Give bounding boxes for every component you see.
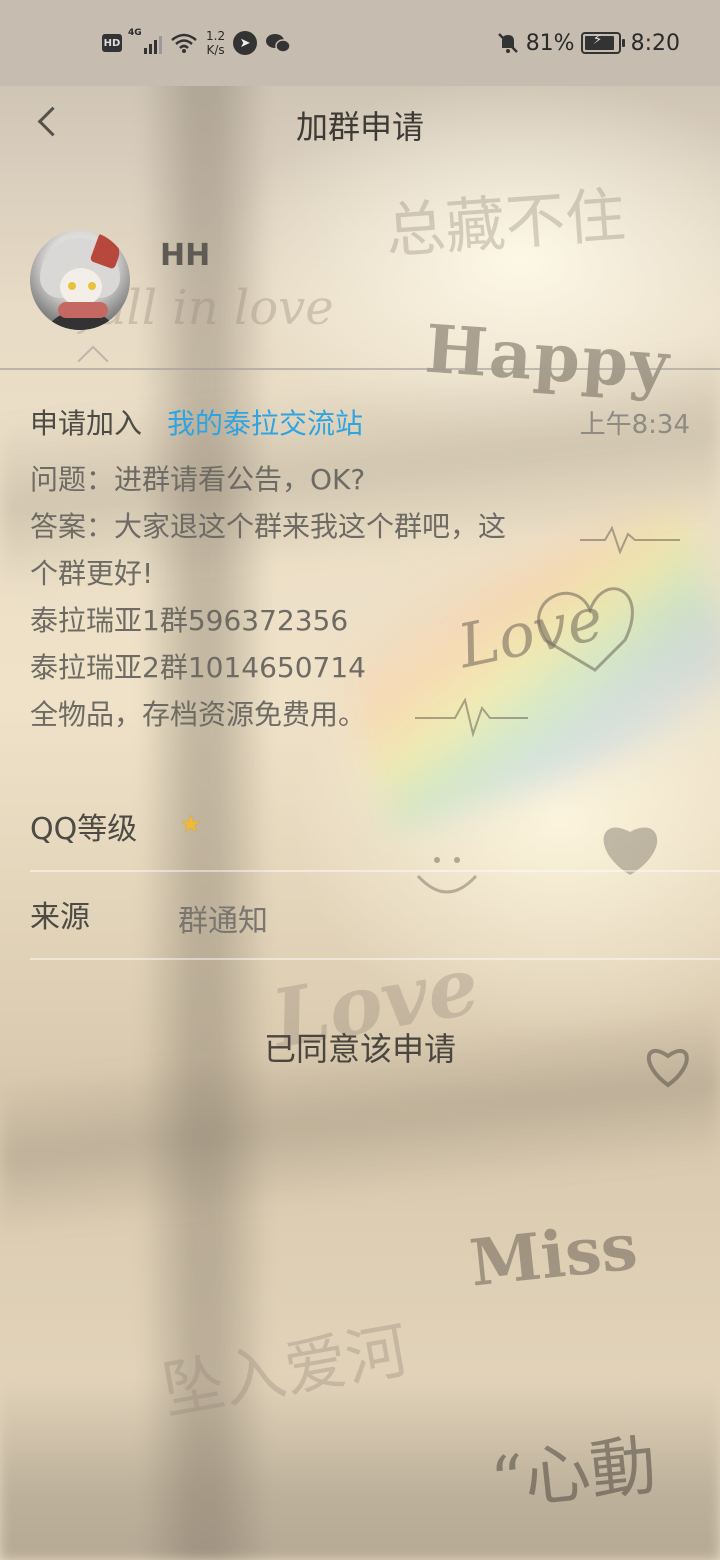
wallpaper-doodles (415, 525, 689, 1088)
status-bar-left: HD 4G 1.2 K/s ➤ (102, 26, 291, 60)
row-divider (30, 958, 720, 960)
wifi-icon (171, 33, 197, 53)
message-line: 答案：大家退这个群来我这个群吧，这 (30, 510, 507, 543)
speed-value: 1.2 (206, 29, 226, 43)
message-line: 问题：进群请看公告，OK? (30, 463, 366, 496)
status-bar-right: 81% ⚡ 8:20 (496, 26, 680, 60)
request-status: 已同意该申请 (263, 1030, 456, 1068)
message-line: 个群更好! (30, 557, 154, 590)
cell-signal-icon: 4G (128, 28, 162, 54)
request-message: 问题：进群请看公告，OK? 答案：大家退这个群来我这个群吧，这 个群更好! 泰拉… (30, 456, 550, 738)
network-speed: 1.2 K/s (206, 29, 225, 57)
request-time: 上午8:34 (579, 410, 690, 440)
message-line: 全物品，存档资源免费用。 (30, 698, 367, 731)
hd-badge: HD (102, 34, 122, 52)
qq-level-label: QQ等级 (30, 812, 138, 847)
divider (0, 368, 720, 370)
battery-icon: ⚡ (580, 32, 625, 54)
speed-unit: K/s (206, 43, 225, 57)
star-icon: ★ (180, 810, 202, 838)
qq-level-row: QQ等级 ★ (30, 784, 720, 872)
message-line: 泰拉瑞亚1群596372356 (30, 604, 349, 637)
paper-plane-icon: ➤ (233, 31, 258, 55)
group-link[interactable]: 我的泰拉交流站 (167, 402, 363, 442)
request-header: 申请加入 我的泰拉交流站 上午8:34 (30, 400, 690, 444)
source-row: 来源 群通知 (30, 872, 720, 960)
avatar[interactable] (30, 230, 130, 330)
wechat-icon (266, 34, 291, 53)
source-label: 来源 (30, 900, 90, 935)
status-bar: HD 4G 1.2 K/s ➤ 81% ⚡ 8:20 (0, 0, 720, 86)
title-bar: 加群申请 (0, 86, 720, 156)
page-title: 加群申请 (295, 108, 424, 146)
message-line: 泰拉瑞亚2群1014650714 (30, 651, 366, 684)
source-value: 群通知 (178, 904, 268, 939)
battery-percent: 81% (525, 30, 575, 56)
clock: 8:20 (630, 30, 680, 56)
network-type: 4G (128, 28, 142, 38)
nickname[interactable]: HH (160, 238, 210, 273)
request-label: 申请加入 (30, 407, 143, 440)
bell-muted-icon (497, 33, 518, 53)
